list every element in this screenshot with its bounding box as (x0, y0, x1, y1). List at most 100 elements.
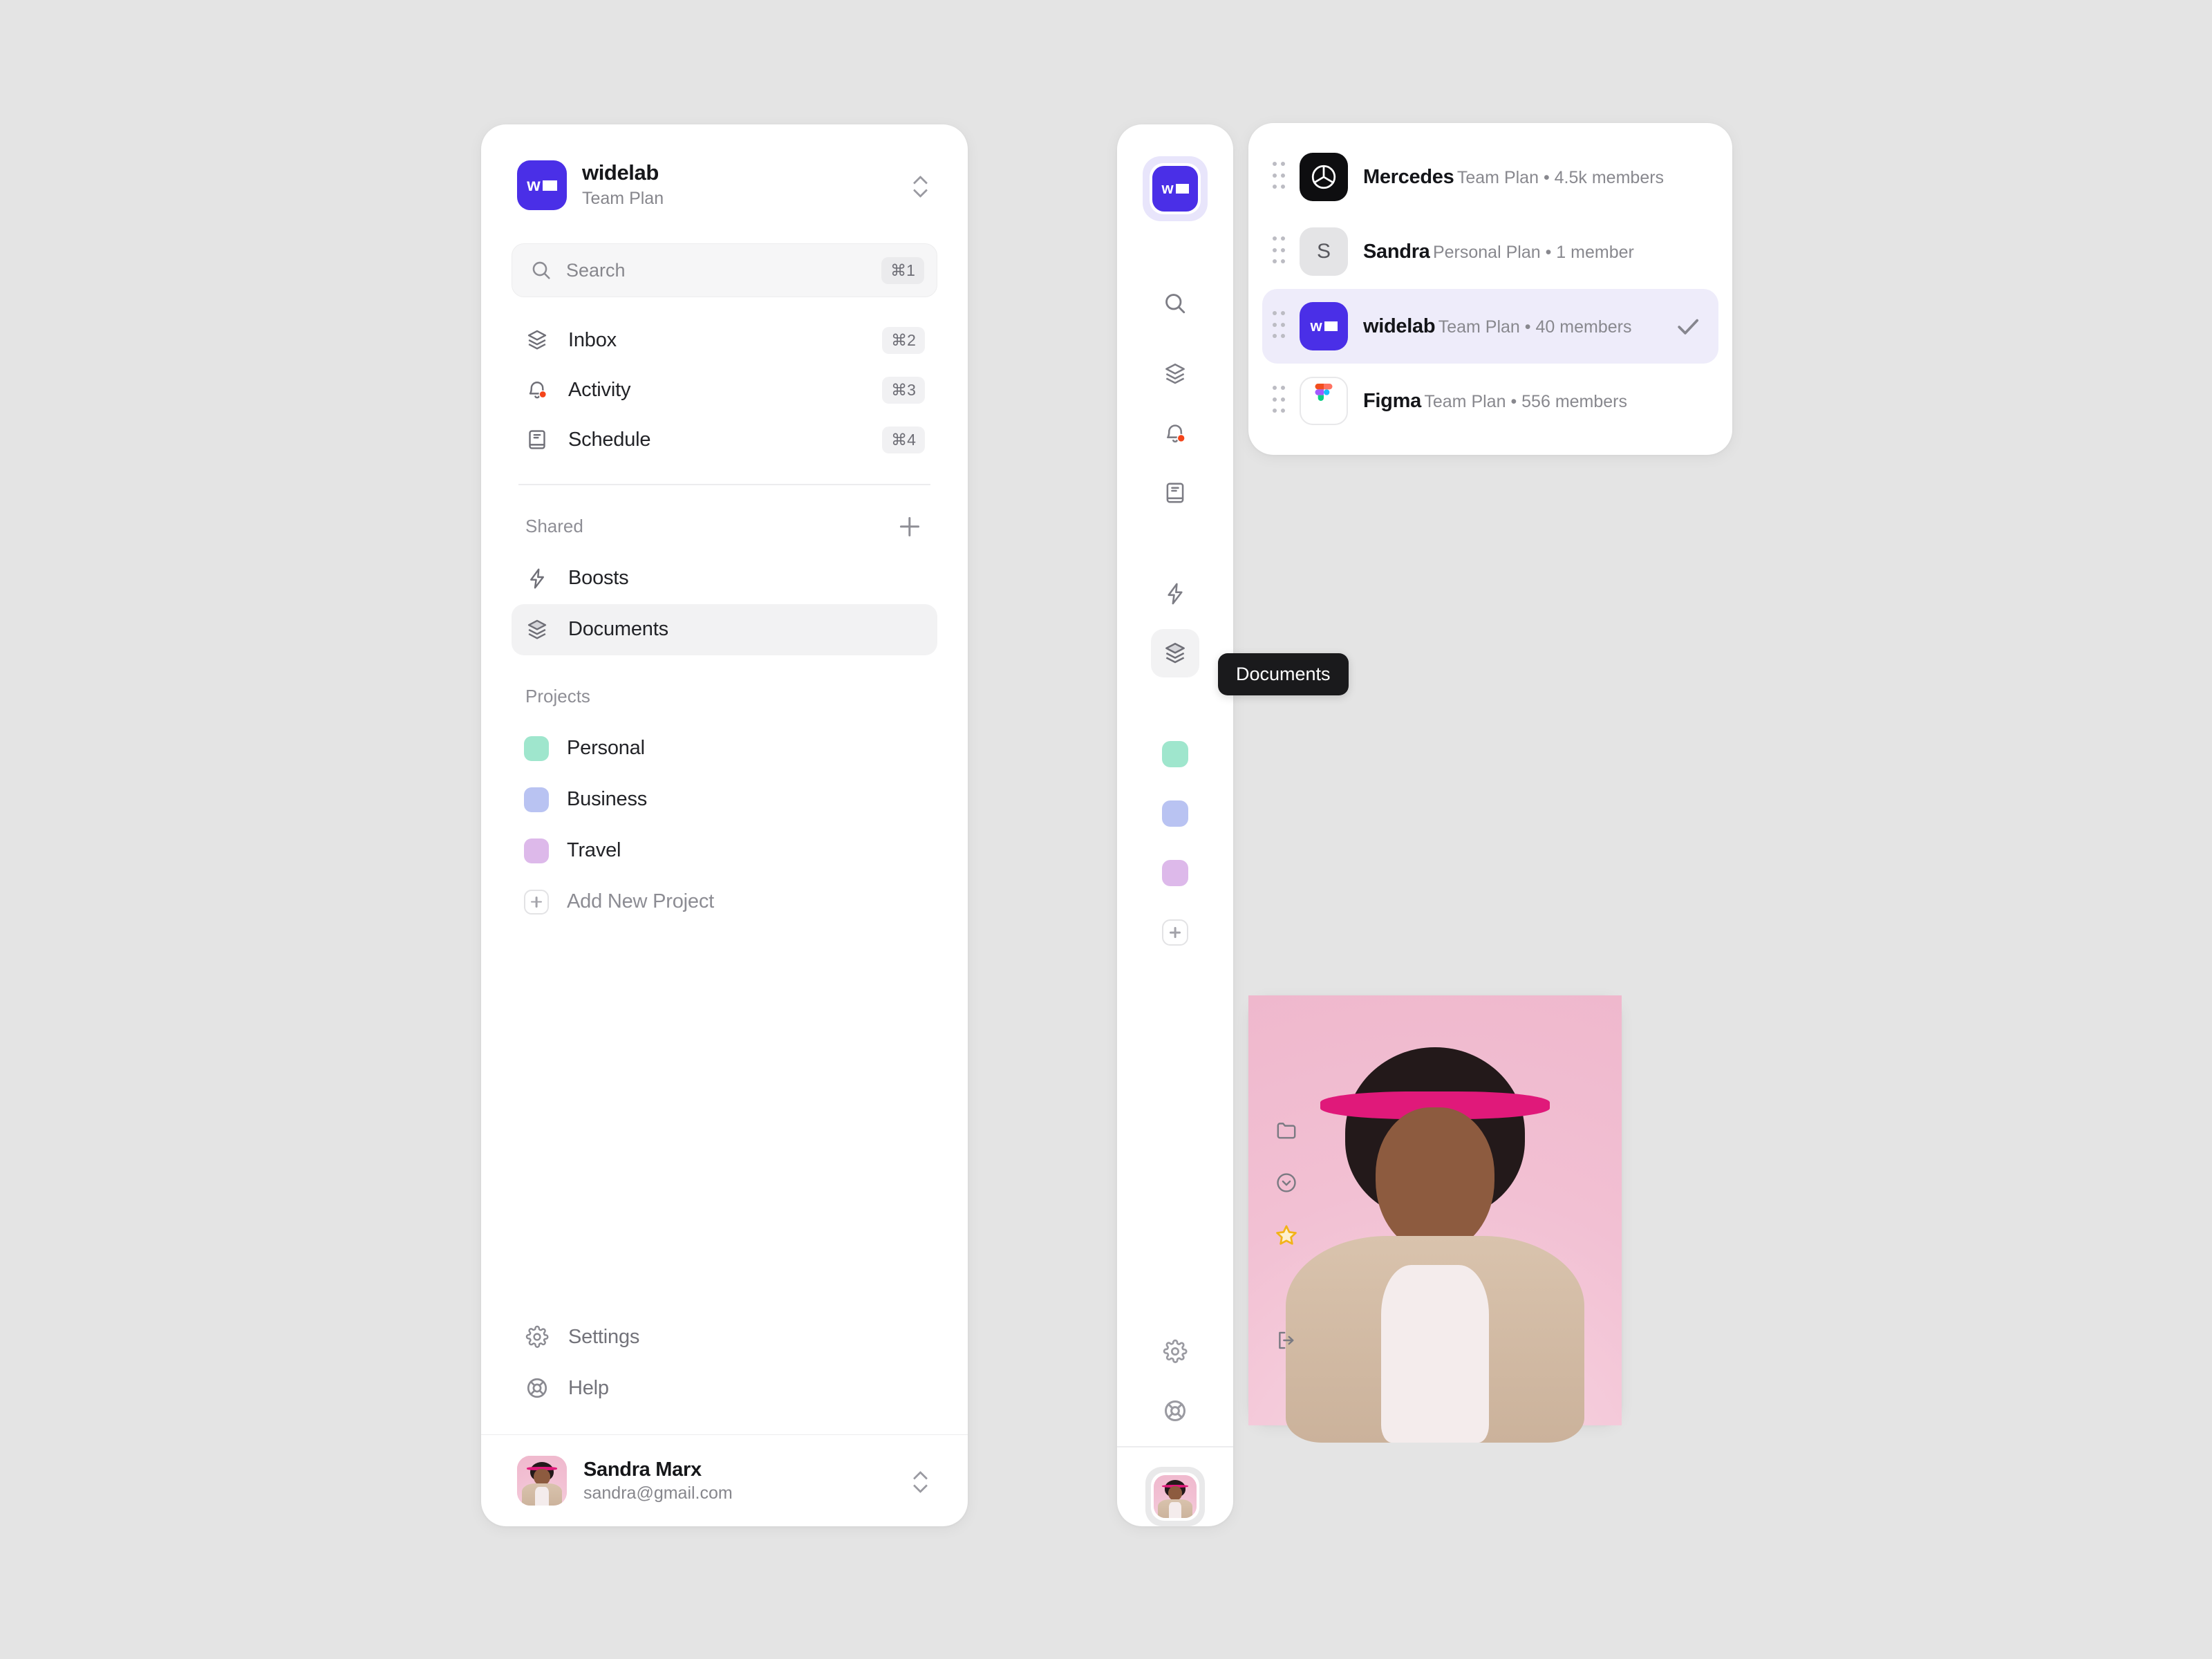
book-icon (524, 427, 550, 453)
collapsed-rail: w (1117, 124, 1233, 1526)
workspace-name: Mercedes (1363, 165, 1454, 188)
project-label: Business (567, 788, 648, 811)
sidebar-item-label: Help (568, 1376, 609, 1399)
drag-handle-icon[interactable] (1269, 311, 1288, 341)
widelab-logo: w (517, 160, 567, 210)
project-item-personal[interactable]: Personal (512, 723, 937, 774)
rail-boosts-button[interactable] (1151, 570, 1199, 618)
workspace-name: Sandra (1363, 240, 1430, 263)
widelab-logo: w (1152, 166, 1198, 212)
user-dropdown-header: Sandra Marx sandra@gmail.com (1248, 995, 1622, 1443)
letter-avatar: S (1300, 227, 1348, 276)
plus-icon (1162, 919, 1188, 946)
logo-square (542, 180, 557, 191)
projects-section-header: Projects (512, 679, 937, 715)
mercedes-logo (1300, 153, 1348, 201)
folder-icon (1273, 1117, 1300, 1143)
user-dropdown: Sandra Marx sandra@gmail.com Integration… (1248, 995, 1622, 1443)
search-icon (1165, 294, 1185, 314)
user-profile-button[interactable]: Sandra Marx sandra@gmail.com (481, 1434, 968, 1526)
layers-icon (1165, 642, 1185, 664)
figma-logo (1300, 377, 1348, 425)
workspace-meta: Personal Plan • 1 member (1432, 242, 1634, 262)
rail-help-button[interactable] (1151, 1387, 1199, 1435)
nav-item-schedule[interactable]: Schedule ⌘4 (512, 415, 937, 465)
nav-label: Schedule (568, 428, 651, 451)
nav-shortcut: ⌘4 (882, 426, 925, 453)
nav-item-inbox[interactable]: Inbox ⌘2 (512, 315, 937, 365)
search-placeholder: Search (566, 259, 626, 281)
project-color-swatch (1162, 860, 1188, 886)
add-shared-icon[interactable] (896, 513, 924, 541)
avatar (1154, 1475, 1197, 1518)
project-label: Add New Project (567, 890, 714, 913)
nav-item-activity[interactable]: Activity ⌘3 (512, 365, 937, 415)
layers-icon (1165, 363, 1185, 384)
add-new-project-button[interactable]: Add New Project (512, 877, 937, 928)
sidebar-item-settings[interactable]: Settings (512, 1311, 937, 1362)
primary-nav: Inbox ⌘2 Activity ⌘3 Schedule ⌘4 (512, 315, 937, 465)
rail-schedule-button[interactable] (1151, 469, 1199, 517)
life-ring-icon (1165, 1400, 1185, 1422)
workspace-option-figma[interactable]: Figma Team Plan • 556 members (1262, 364, 1718, 438)
workspace-meta: Team Plan • 4.5k members (1456, 167, 1665, 187)
sidebar-item-documents[interactable]: Documents (512, 603, 937, 655)
rail-activity-button[interactable] (1151, 409, 1199, 458)
documents-tooltip: Documents (1218, 653, 1349, 695)
project-color-swatch (524, 787, 549, 812)
chevron-updown-icon[interactable] (908, 169, 932, 202)
chevron-updown-icon[interactable] (908, 1464, 932, 1497)
rail-workspace-button[interactable]: w (1143, 156, 1208, 221)
project-item-travel[interactable]: Travel (512, 825, 937, 877)
workspace-name: Figma (1363, 389, 1421, 412)
sidebar-footer-nav: Settings Help (512, 1311, 937, 1434)
bell-icon (524, 377, 550, 403)
workspace-option-sandra[interactable]: S Sandra Personal Plan • 1 member (1262, 214, 1718, 289)
project-color-swatch (1162, 800, 1188, 827)
workspace-switcher[interactable]: w widelab Team Plan (512, 124, 937, 210)
search-input[interactable]: Search ⌘1 (512, 243, 937, 297)
drag-handle-icon[interactable] (1269, 236, 1288, 267)
drag-handle-icon[interactable] (1269, 162, 1288, 192)
book-icon (1166, 482, 1184, 503)
workspace-name: widelab (1363, 315, 1436, 337)
workspace-option-widelab[interactable]: w widelab Team Plan • 40 members (1262, 289, 1718, 364)
rail-user-button[interactable] (1145, 1467, 1205, 1526)
widelab-logo: w (1300, 302, 1348, 350)
project-color-swatch (1162, 741, 1188, 767)
section-title: Shared (525, 516, 583, 537)
shared-section-header: Shared (512, 509, 937, 545)
gear-icon (1163, 1340, 1188, 1364)
workspace-meta: Team Plan • 556 members (1424, 391, 1628, 411)
project-label: Travel (567, 839, 621, 862)
bolt-icon (524, 565, 550, 592)
life-ring-icon (524, 1375, 550, 1401)
workspace-name: widelab (582, 160, 659, 185)
gear-icon (524, 1324, 550, 1350)
rail-project-business[interactable] (1151, 789, 1199, 838)
drag-handle-icon[interactable] (1269, 386, 1288, 416)
rail-project-personal[interactable] (1151, 730, 1199, 778)
rail-documents-button[interactable] (1151, 629, 1199, 677)
sidebar-item-label: Settings (568, 1325, 640, 1348)
clock-icon (1273, 1170, 1300, 1196)
nav-shortcut: ⌘3 (882, 376, 925, 404)
divider (1117, 1446, 1233, 1447)
avatar (1248, 995, 1622, 1443)
rail-project-travel[interactable] (1151, 849, 1199, 897)
rail-search-button[interactable] (1151, 279, 1199, 328)
sidebar-item-label: Documents (568, 618, 668, 641)
project-item-business[interactable]: Business (512, 774, 937, 825)
sidebar-item-label: Boosts (568, 567, 629, 590)
sidebar-item-help[interactable]: Help (512, 1362, 937, 1414)
workspace-dropdown: Mercedes Team Plan • 4.5k members S Sand… (1248, 123, 1732, 455)
rail-inbox-button[interactable] (1151, 350, 1199, 398)
sidebar-item-boosts[interactable]: Boosts (512, 553, 937, 604)
rail-settings-button[interactable] (1151, 1327, 1199, 1376)
rail-add-project-button[interactable] (1151, 908, 1199, 957)
project-color-swatch (524, 838, 549, 863)
search-shortcut: ⌘1 (881, 256, 924, 284)
workspace-option-mercedes[interactable]: Mercedes Team Plan • 4.5k members (1262, 140, 1718, 214)
nav-label: Activity (568, 378, 631, 401)
avatar-initial: S (1316, 240, 1331, 263)
